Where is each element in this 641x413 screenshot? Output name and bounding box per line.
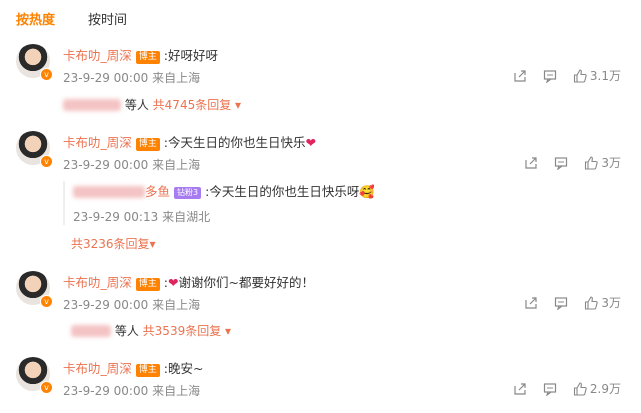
username[interactable]: 卡布叻_周深 — [63, 135, 132, 150]
share-button[interactable] — [513, 382, 527, 396]
comment-location: 来自上海 — [152, 298, 201, 312]
comment-location: 来自上海 — [152, 158, 201, 172]
verified-icon: v — [40, 155, 53, 168]
heart-emoji: ❤ — [168, 275, 179, 290]
share-icon — [514, 69, 526, 82]
tab-by-time[interactable]: 按时间 — [88, 9, 127, 28]
sub-reply-location: 来自湖北 — [162, 210, 211, 224]
comment-button[interactable] — [543, 69, 557, 83]
thumbs-up-icon — [585, 295, 599, 310]
comment-meta: 23-9-29 00:00 来自上海 — [63, 296, 200, 313]
like-count: 3.1万 — [589, 69, 621, 83]
thumbs-up-icon — [573, 68, 587, 83]
comment-actions: 3万 — [524, 294, 621, 311]
like-count: 3万 — [601, 296, 621, 310]
comment-meta: 23-9-29 00:00 来自上海 — [63, 156, 200, 173]
comment-meta: 23-9-29 00:00 来自上海 — [63, 69, 200, 86]
blurred-usernames — [71, 325, 111, 337]
like-count: 3万 — [601, 156, 621, 170]
thumbs-up-icon — [585, 155, 599, 170]
heart-emoji: ❤ — [305, 135, 316, 150]
comment-icon — [555, 156, 568, 170]
comment-icon — [555, 296, 568, 310]
verified-icon: v — [40, 68, 53, 81]
comment-line: 卡布叻_周深 博主:晚安~ — [63, 358, 203, 377]
username[interactable]: 卡布叻_周深 — [63, 361, 132, 376]
author-badge: 博主 — [135, 51, 160, 64]
sub-reply: 多鱼 钻粉3:今天生日的你也生日快乐呀🥰 23-9-29 00:13 来自湖北 — [63, 181, 633, 225]
comment-date: 23-9-29 00:00 — [63, 298, 149, 312]
reply-count-link[interactable]: 共3236条回复 — [71, 237, 150, 251]
comment-actions: 2.9万 — [513, 380, 621, 397]
reply-summary[interactable]: 共3236条回复▾ — [71, 235, 156, 252]
share-icon — [525, 296, 537, 309]
comment-line: 卡布叻_周深 博主:❤谢谢你们~都要好好的！ — [63, 275, 314, 291]
comment-text: :晚安~ — [163, 361, 204, 376]
sub-reply-username[interactable]: 多鱼 — [145, 184, 170, 199]
reply-summary[interactable]: 等人 共4745条回复 ▾ — [63, 96, 241, 113]
comment-button[interactable] — [543, 382, 557, 396]
blurred-usernames — [63, 99, 121, 111]
comment-button[interactable] — [554, 296, 568, 310]
chevron-down-icon: ▾ — [149, 237, 156, 251]
chevron-down-icon: ▾ — [221, 324, 232, 338]
comment-actions: 3万 — [524, 154, 621, 171]
tab-by-hot[interactable]: 按热度 — [16, 9, 55, 28]
comment-icon — [543, 69, 557, 83]
chevron-down-icon: ▾ — [231, 98, 242, 112]
comment-location: 来自上海 — [152, 71, 201, 85]
sub-reply-meta: 23-9-29 00:13 来自湖北 — [73, 208, 633, 225]
like-button[interactable]: 3万 — [584, 294, 621, 311]
comment-text: :好呀好呀 — [163, 48, 218, 63]
thumbs-up-icon — [573, 381, 587, 396]
share-icon — [514, 382, 526, 395]
comment-date: 23-9-29 00:00 — [63, 158, 149, 172]
like-button[interactable]: 3万 — [584, 154, 621, 171]
sub-reply-line: 多鱼 钻粉3:今天生日的你也生日快乐呀🥰 — [73, 181, 633, 200]
sub-reply-text: :今天生日的你也生日快乐呀 — [205, 184, 360, 199]
comment-line: 卡布叻_周深 博主:今天生日的你也生日快乐❤ — [63, 132, 316, 151]
reply-summary[interactable]: 等人 共3539条回复 ▾ — [71, 322, 231, 339]
verified-icon: v — [40, 295, 53, 308]
author-badge: 博主 — [135, 138, 160, 151]
share-button[interactable] — [513, 69, 527, 83]
share-icon — [525, 156, 537, 169]
like-button[interactable]: 3.1万 — [573, 67, 621, 84]
like-count: 2.9万 — [589, 382, 621, 396]
author-badge: 博主 — [135, 364, 160, 377]
share-button[interactable] — [524, 296, 538, 310]
comment-text: :今天生日的你也生日快乐 — [163, 135, 306, 150]
comment-actions: 3.1万 — [513, 67, 621, 84]
comment-line: 卡布叻_周深 博主:好呀好呀 — [63, 45, 218, 64]
author-badge: 博主 — [135, 278, 160, 291]
reply-users-suffix: 等人 — [114, 324, 139, 338]
smile-emoji: 🥰 — [359, 184, 375, 199]
comment-meta: 23-9-29 00:00 来自上海 — [63, 382, 200, 399]
comment-date: 23-9-29 00:00 — [63, 384, 149, 398]
comment-button[interactable] — [554, 156, 568, 170]
reply-count-link[interactable]: 共4745条回复 — [153, 98, 232, 112]
reply-count-link[interactable]: 共3539条回复 — [143, 324, 222, 338]
comment-text: 谢谢你们~都要好好的！ — [178, 275, 314, 290]
comment-icon — [543, 382, 557, 396]
verified-icon: v — [40, 381, 53, 394]
comment-location: 来自上海 — [152, 384, 201, 398]
reply-users-suffix: 等人 — [124, 98, 149, 112]
username[interactable]: 卡布叻_周深 — [63, 48, 132, 63]
fan-badge: 钻粉3 — [174, 187, 202, 199]
comment-date: 23-9-29 00:00 — [63, 71, 149, 85]
share-button[interactable] — [524, 156, 538, 170]
sub-reply-date: 23-9-29 00:13 — [73, 210, 159, 224]
like-button[interactable]: 2.9万 — [573, 380, 621, 397]
username[interactable]: 卡布叻_周深 — [63, 275, 132, 290]
blurred-username — [73, 186, 145, 198]
